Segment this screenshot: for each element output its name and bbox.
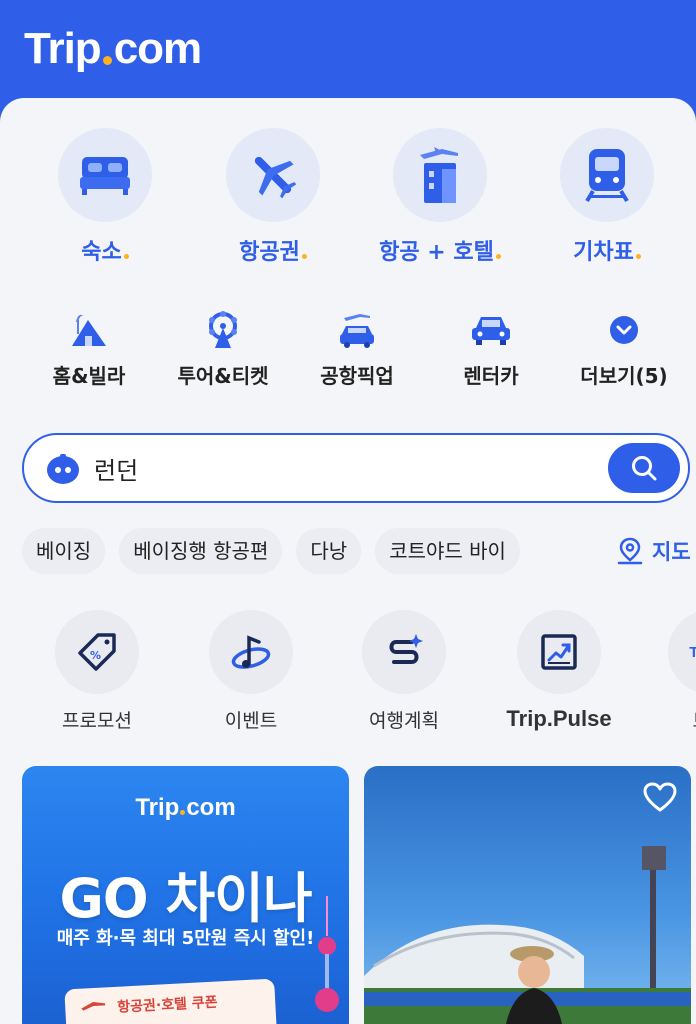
coupon-ticket: 항공권·호텔 쿠폰 xyxy=(64,978,278,1024)
chip-recent-search[interactable]: 코트야드 바이 xyxy=(375,528,520,574)
service-event[interactable]: 이벤트 xyxy=(176,610,326,733)
villa-icon xyxy=(22,310,156,350)
category-label: 기차표 xyxy=(573,240,634,265)
category-label: 숙소 xyxy=(81,240,122,265)
airplane-icon xyxy=(81,1002,106,1011)
route-icon xyxy=(362,610,446,694)
category-rental-car[interactable]: 렌터카 xyxy=(424,310,558,389)
chevron-down-icon xyxy=(557,310,691,350)
service-label: 트립 xyxy=(635,706,696,733)
chip-recent-search[interactable]: 베이징행 항공편 xyxy=(119,528,283,574)
trip-icon: Trip xyxy=(668,610,696,694)
category-label: 항공 + 호텔 xyxy=(379,240,494,265)
category-flight-hotel[interactable]: 항공 + 호텔 xyxy=(370,128,510,266)
flight-hotel-icon xyxy=(393,128,487,222)
airport-pickup-icon xyxy=(290,310,424,350)
train-icon xyxy=(560,128,654,222)
tv-tower-icon xyxy=(315,896,339,1012)
category-home-villa[interactable]: 홈&빌라 xyxy=(22,310,156,389)
category-airport-pickup[interactable]: 공항픽업 xyxy=(290,310,424,389)
event-icon xyxy=(209,610,293,694)
service-label: Trip.Pulse xyxy=(506,706,612,731)
more-categories-button[interactable]: 더보기(5) xyxy=(557,310,691,389)
category-label: 투어&티켓 xyxy=(177,364,269,388)
bed-icon xyxy=(58,128,152,222)
category-label: 공항픽업 xyxy=(320,364,394,388)
search-bar[interactable] xyxy=(22,433,690,503)
category-trains[interactable]: 기차표 xyxy=(537,128,677,266)
map-label: 지도 xyxy=(652,540,691,564)
service-trip-planner[interactable]: 여행계획 xyxy=(329,610,479,733)
service-trip[interactable]: Trip 트립 xyxy=(635,610,696,733)
service-label: 프로모션 xyxy=(62,710,132,732)
coupon-ticket-text: 항공권·호텔 쿠폰 xyxy=(116,994,218,1016)
service-trip-pulse[interactable]: Trip.Pulse xyxy=(484,610,634,732)
chip-recent-search[interactable]: 베이징 xyxy=(22,528,106,574)
trip-logo: Trip com xyxy=(24,24,202,73)
app-header: Trip com xyxy=(0,0,696,110)
search-button[interactable] xyxy=(608,443,680,493)
category-label: 항공권 xyxy=(239,240,300,265)
trend-chart-icon xyxy=(517,610,601,694)
category-label: 렌터카 xyxy=(463,364,519,388)
airplane-icon xyxy=(226,128,320,222)
search-icon xyxy=(632,456,657,481)
promo-logo: Trip com xyxy=(135,794,236,821)
recent-search-chips: 베이징 베이징행 항공편 다낭 코트야드 바이 xyxy=(22,528,592,574)
service-label: 여행계획 xyxy=(369,710,439,732)
promo-subtitle: 매주 화·목 최대 5만원 즉시 할인! xyxy=(56,928,315,949)
category-label: 더보기(5) xyxy=(580,364,668,388)
heart-icon[interactable] xyxy=(643,782,677,812)
chip-recent-search[interactable]: 다낭 xyxy=(296,528,362,574)
promo-card[interactable]: Trip com GO 차이나 매주 화·목 최대 5만원 즉시 할인! 항공권·… xyxy=(22,766,349,1024)
car-icon xyxy=(424,310,558,350)
photo-card[interactable] xyxy=(364,766,691,1024)
service-label: 이벤트 xyxy=(224,710,278,732)
map-pin-icon xyxy=(617,537,643,565)
service-promotion[interactable]: % 프로모션 xyxy=(22,610,172,733)
tag-icon: % xyxy=(55,610,139,694)
home-sheet: 숙소 항공권 항공 + 호텔 기차표 홈&빌라 투어&티켓 공항픽업 렌터카 더… xyxy=(0,98,696,1024)
category-tours-tickets[interactable]: 투어&티켓 xyxy=(156,310,290,389)
svg-text:%: % xyxy=(90,649,101,662)
search-input[interactable] xyxy=(94,449,594,487)
chips-fade xyxy=(540,528,596,574)
stadium-photo xyxy=(364,846,691,1024)
category-hotels[interactable]: 숙소 xyxy=(35,128,175,266)
promo-title: GO 차이나 xyxy=(59,867,312,930)
category-label: 홈&빌라 xyxy=(52,364,126,388)
mascot-icon xyxy=(46,453,80,489)
map-button[interactable]: 지도 xyxy=(616,534,691,568)
ferris-wheel-icon xyxy=(156,310,290,350)
category-flights[interactable]: 항공권 xyxy=(203,128,343,266)
